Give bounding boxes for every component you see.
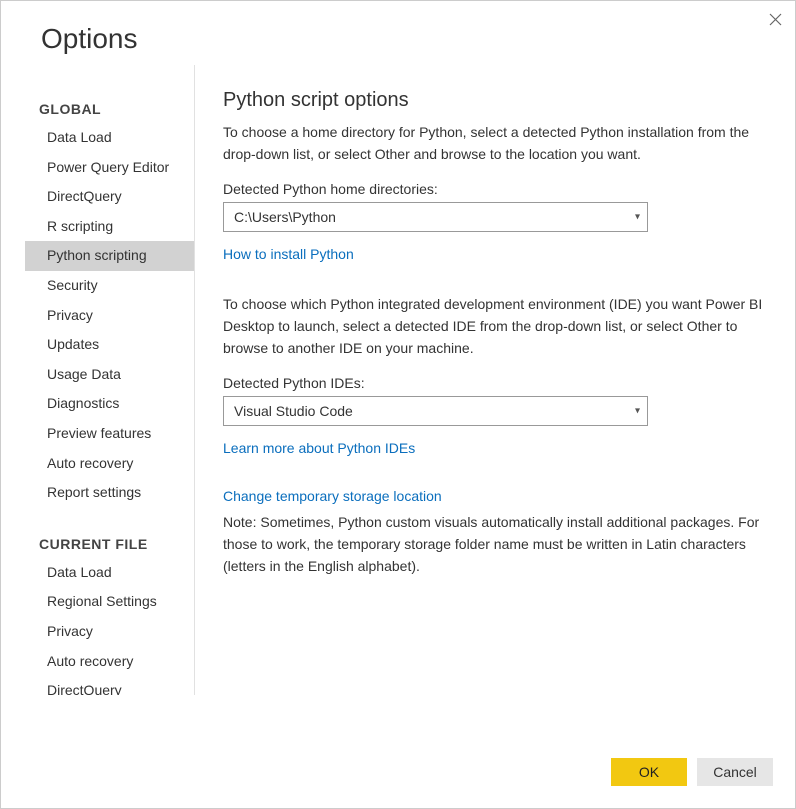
- sidebar-section-current-file: CURRENT FILE: [25, 530, 194, 558]
- sidebar-item-data-load[interactable]: Data Load: [25, 123, 194, 153]
- change-storage-link[interactable]: Change temporary storage location: [223, 488, 442, 504]
- close-icon[interactable]: [765, 9, 785, 29]
- sidebar-item-privacy[interactable]: Privacy: [25, 301, 194, 331]
- sidebar-item-usage-data[interactable]: Usage Data: [25, 360, 194, 390]
- options-dialog: Options GLOBAL Data LoadPower Query Edit…: [0, 0, 796, 809]
- sidebar-item-data-load[interactable]: Data Load: [25, 558, 194, 588]
- content-heading: Python script options: [223, 89, 763, 112]
- dialog-footer: OK Cancel: [611, 758, 773, 786]
- sidebar-item-directquery[interactable]: DirectQuery: [25, 182, 194, 212]
- sidebar-item-regional-settings[interactable]: Regional Settings: [25, 587, 194, 617]
- sidebar-item-r-scripting[interactable]: R scripting: [25, 212, 194, 242]
- sidebar-item-directquery[interactable]: DirectQuery: [25, 676, 194, 695]
- ide-learn-more-link[interactable]: Learn more about Python IDEs: [223, 440, 415, 456]
- dialog-body: GLOBAL Data LoadPower Query EditorDirect…: [1, 65, 795, 808]
- sidebar-item-auto-recovery[interactable]: Auto recovery: [25, 449, 194, 479]
- ide-label: Detected Python IDEs:: [223, 375, 763, 391]
- sidebar-item-preview-features[interactable]: Preview features: [25, 419, 194, 449]
- ok-button[interactable]: OK: [611, 758, 687, 786]
- sidebar-item-auto-recovery[interactable]: Auto recovery: [25, 647, 194, 677]
- dialog-title: Options: [41, 23, 755, 55]
- home-directories-value: C:\Users\Python: [234, 209, 336, 225]
- sidebar-item-power-query-editor[interactable]: Power Query Editor: [25, 153, 194, 183]
- storage-note: Note: Sometimes, Python custom visuals a…: [223, 512, 763, 577]
- cancel-button[interactable]: Cancel: [697, 758, 773, 786]
- sidebar: GLOBAL Data LoadPower Query EditorDirect…: [25, 65, 195, 695]
- home-directories-select[interactable]: C:\Users\Python ▾: [223, 202, 648, 232]
- sidebar-item-python-scripting[interactable]: Python scripting: [25, 241, 194, 271]
- sidebar-item-security[interactable]: Security: [25, 271, 194, 301]
- install-python-link[interactable]: How to install Python: [223, 246, 354, 262]
- content-pane: Python script options To choose a home d…: [195, 65, 795, 808]
- sidebar-item-privacy[interactable]: Privacy: [25, 617, 194, 647]
- sidebar-item-diagnostics[interactable]: Diagnostics: [25, 389, 194, 419]
- home-directories-label: Detected Python home directories:: [223, 181, 763, 197]
- ide-select[interactable]: Visual Studio Code ▾: [223, 396, 648, 426]
- ide-intro: To choose which Python integrated develo…: [223, 294, 763, 359]
- content-intro: To choose a home directory for Python, s…: [223, 122, 763, 165]
- sidebar-section-global: GLOBAL: [25, 95, 194, 123]
- dialog-header: Options: [1, 1, 795, 65]
- sidebar-item-updates[interactable]: Updates: [25, 330, 194, 360]
- ide-value: Visual Studio Code: [234, 403, 353, 419]
- sidebar-item-report-settings[interactable]: Report settings: [25, 478, 194, 508]
